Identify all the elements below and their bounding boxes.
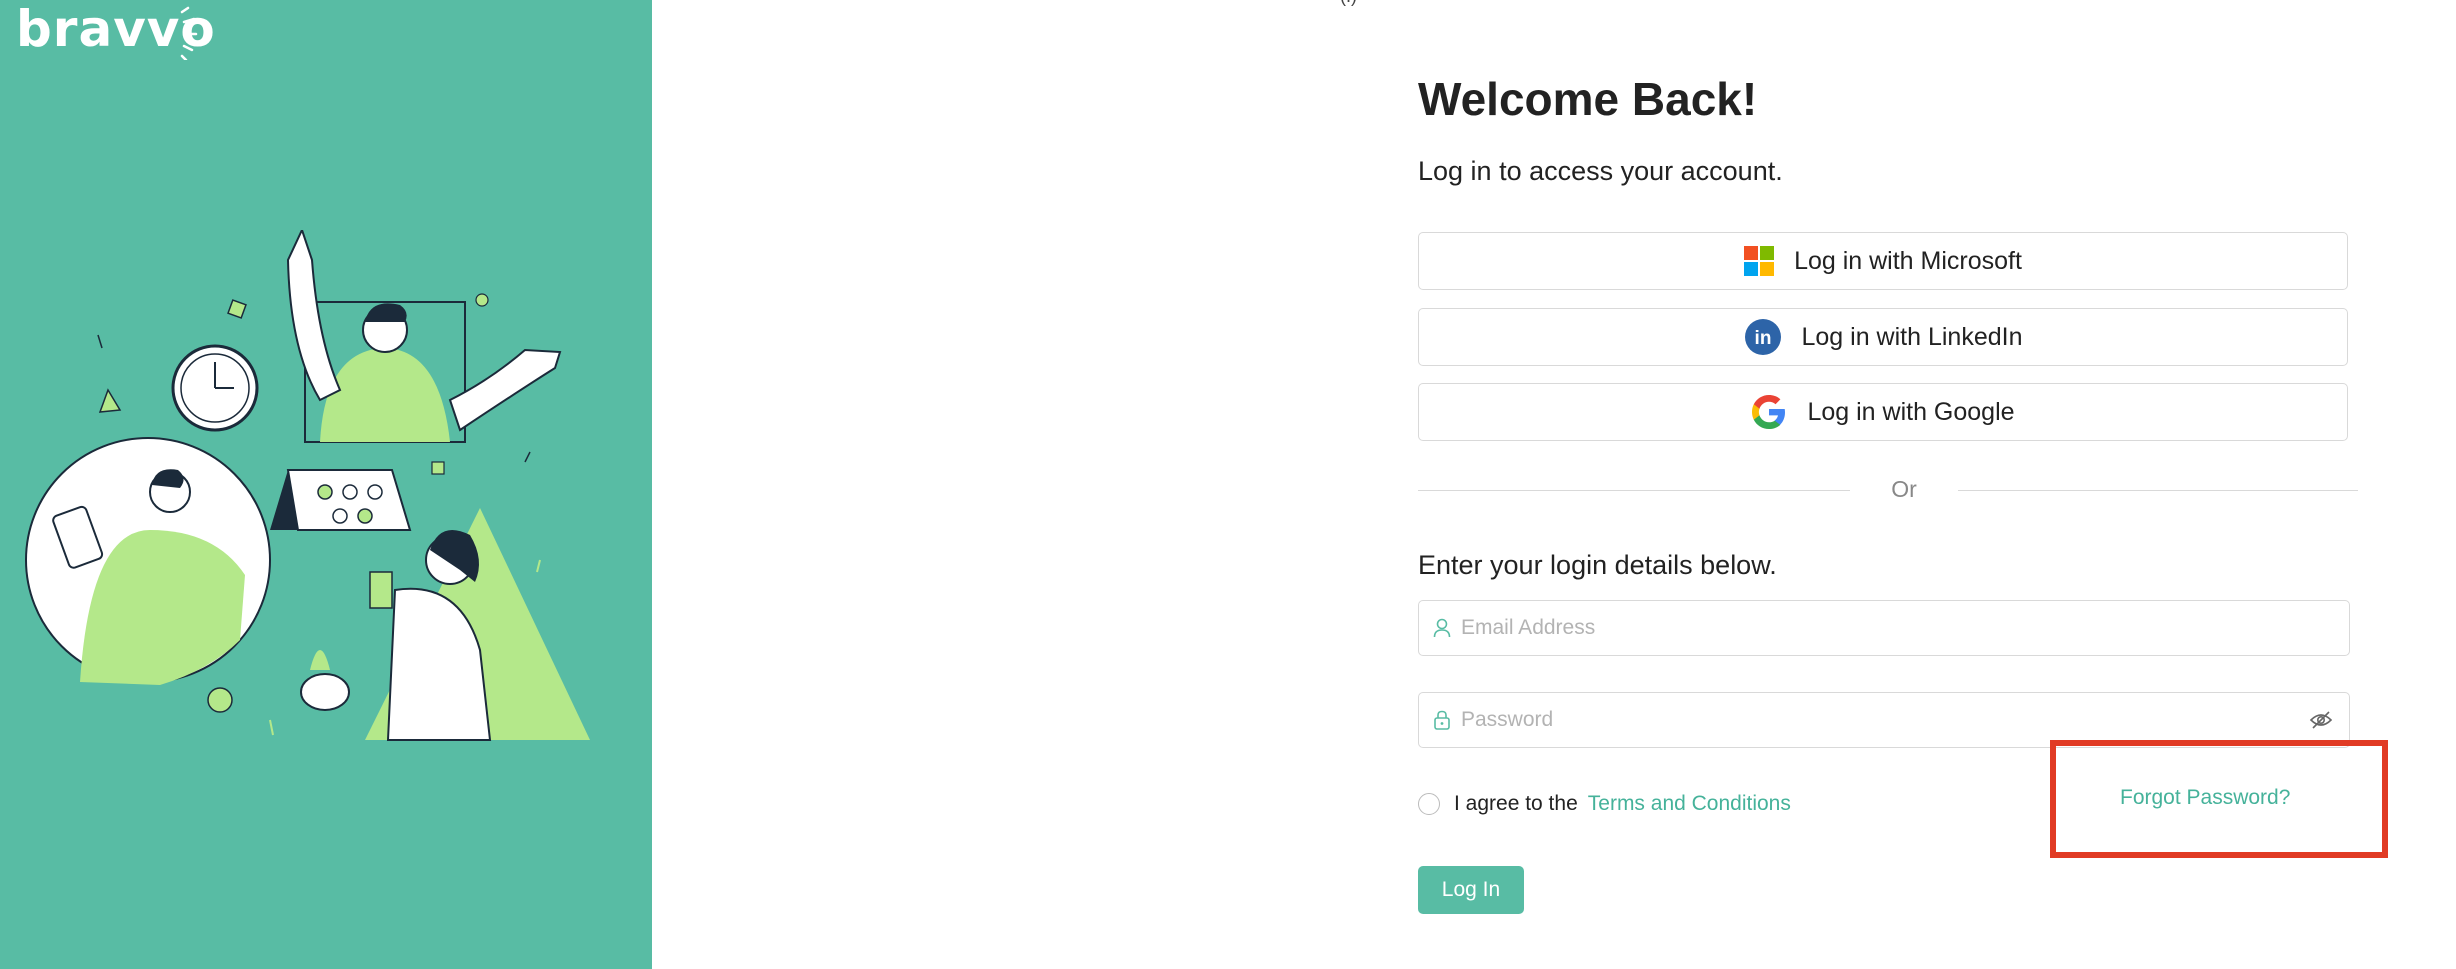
linkedin-login-button[interactable]: in Log in with LinkedIn — [1418, 308, 2348, 366]
linkedin-icon: in — [1744, 319, 1781, 355]
page-title: Welcome Back! — [1418, 73, 1758, 125]
terms-checkbox[interactable] — [1418, 793, 1440, 815]
page-subtitle: Log in to access your account. — [1418, 156, 1783, 186]
google-icon — [1752, 395, 1786, 429]
agree-text: I agree to the — [1454, 792, 1578, 815]
email-field — [1418, 600, 2350, 656]
forgot-password-link[interactable]: Forgot Password? — [2120, 786, 2290, 810]
google-login-button[interactable]: Log in with Google — [1418, 383, 2348, 441]
lock-icon — [1434, 710, 1450, 730]
terms-agreement: I agree to the Terms and Conditions — [1418, 792, 1791, 816]
divider-line-left — [1418, 490, 1850, 491]
terms-link[interactable]: Terms and Conditions — [1588, 792, 1791, 816]
login-button[interactable]: Log In — [1418, 866, 1524, 914]
microsoft-login-button[interactable]: Log in with Microsoft — [1418, 232, 2348, 290]
or-divider: Or — [1418, 472, 2358, 502]
microsoft-login-label: Log in with Microsoft — [1794, 246, 2022, 275]
login-details-heading: Enter your login details below. — [1418, 550, 1777, 580]
divider-label: Or — [1891, 476, 1917, 502]
google-login-label: Log in with Google — [1807, 397, 2015, 426]
svg-text:in: in — [1754, 328, 1771, 349]
brand-panel: bravvo — [0, 0, 652, 969]
password-input[interactable] — [1459, 707, 2309, 733]
email-input[interactable] — [1459, 615, 2349, 641]
microsoft-icon — [1744, 246, 1775, 276]
logo-spark-icon — [180, 6, 198, 60]
divider-line-right — [1958, 490, 2358, 491]
eye-slash-icon[interactable] — [2309, 710, 2333, 730]
top-mark: (.) — [1340, 0, 1357, 7]
user-icon — [1433, 618, 1451, 638]
team-illustration — [25, 230, 590, 741]
linkedin-login-label: Log in with LinkedIn — [1801, 322, 2023, 351]
